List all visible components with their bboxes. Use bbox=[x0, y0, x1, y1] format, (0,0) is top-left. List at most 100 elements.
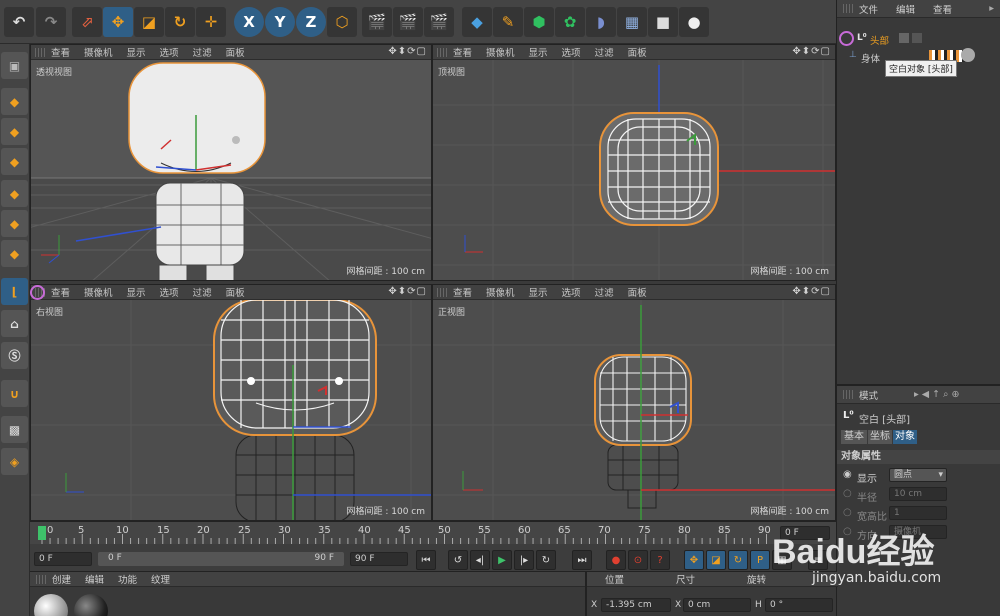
deformer-icon[interactable]: ◗ bbox=[586, 7, 616, 37]
play-icon[interactable]: ▶ bbox=[492, 550, 512, 570]
menu-options[interactable]: 选项 bbox=[562, 45, 581, 59]
menu-edit[interactable]: 编辑 bbox=[85, 572, 104, 586]
nav-arrows-icon[interactable]: ▸ ◀ ↑ ⌕ ⊕ bbox=[914, 389, 959, 400]
render-toggle-icon[interactable] bbox=[912, 33, 922, 43]
position-x-field[interactable]: -1.395 cm bbox=[601, 598, 671, 612]
drag-handle-icon[interactable] bbox=[437, 48, 447, 57]
undo-icon[interactable]: ↶ bbox=[4, 7, 34, 37]
redo-icon[interactable]: ↷ bbox=[36, 7, 66, 37]
menu-function[interactable]: 功能 bbox=[118, 572, 137, 586]
menu-camera[interactable]: 摄像机 bbox=[84, 285, 113, 299]
menu-camera[interactable]: 摄像机 bbox=[84, 45, 113, 59]
chevron-right-icon[interactable]: ▸ bbox=[989, 3, 994, 14]
move-tool-icon[interactable]: ✥ bbox=[103, 7, 133, 37]
menu-display[interactable]: 显示 bbox=[127, 45, 146, 59]
texture-mode-icon[interactable]: ◆ bbox=[1, 118, 28, 145]
aspect-field[interactable]: 1 bbox=[889, 506, 947, 520]
magnet-icon[interactable]: ∪ bbox=[1, 380, 28, 407]
visibility-toggle-icon[interactable] bbox=[899, 33, 909, 43]
menu-options[interactable]: 选项 bbox=[160, 285, 179, 299]
menu-panel[interactable]: 面板 bbox=[226, 45, 245, 59]
display-dropdown[interactable]: 圆点 ▾ bbox=[889, 468, 947, 482]
planar-workplane-icon[interactable]: ◈ bbox=[1, 448, 28, 475]
menu-mode[interactable]: 模式 bbox=[859, 388, 878, 402]
model-mode-icon[interactable]: ◆ bbox=[1, 88, 28, 115]
tweak-mode-icon[interactable]: ⌂ bbox=[1, 310, 28, 337]
drag-handle-icon[interactable] bbox=[843, 4, 853, 13]
autokey-icon[interactable]: ⊙ bbox=[628, 550, 648, 570]
key-scale-icon[interactable]: ◪ bbox=[706, 550, 726, 570]
tab-object[interactable]: 对象 bbox=[893, 430, 917, 444]
menu-view[interactable]: 查看 bbox=[51, 285, 70, 299]
snap-icon[interactable]: Ⓢ bbox=[1, 342, 28, 369]
cube-icon[interactable]: ◆ bbox=[462, 7, 492, 37]
size-x-field[interactable]: 0 cm bbox=[683, 598, 751, 612]
menu-filter[interactable]: 过滤 bbox=[595, 285, 614, 299]
key-rotation-icon[interactable]: ↻ bbox=[728, 550, 748, 570]
material-swatch-white[interactable] bbox=[34, 594, 68, 616]
menu-texture[interactable]: 纹理 bbox=[151, 572, 170, 586]
next-key-icon[interactable]: ↻ bbox=[536, 550, 556, 570]
points-mode-icon[interactable]: ◆ bbox=[1, 180, 28, 207]
menu-display[interactable]: 显示 bbox=[529, 285, 548, 299]
frame-range-slider[interactable]: 0 F 90 F bbox=[98, 552, 344, 566]
tab-coordinates[interactable]: 坐标 bbox=[868, 430, 892, 444]
floor-icon[interactable]: ▦ bbox=[617, 7, 647, 37]
lock-workplane-icon[interactable]: ▩ bbox=[1, 416, 28, 443]
last-tool-icon[interactable]: ✛ bbox=[196, 7, 226, 37]
material-swatch-black[interactable] bbox=[74, 594, 108, 616]
edges-mode-icon[interactable]: ◆ bbox=[1, 210, 28, 237]
radio-icon[interactable]: ◉ bbox=[843, 469, 852, 480]
menu-edit[interactable]: 编辑 bbox=[896, 2, 915, 16]
menu-filter[interactable]: 过滤 bbox=[595, 45, 614, 59]
viewport-nav-icons[interactable]: ✥⬍⟳▢ bbox=[792, 46, 831, 57]
rotate-tool-icon[interactable]: ↻ bbox=[165, 7, 195, 37]
object-name[interactable]: 身体 bbox=[861, 51, 880, 65]
next-frame-icon[interactable]: |▸ bbox=[514, 550, 534, 570]
menu-display[interactable]: 显示 bbox=[127, 285, 146, 299]
timeline[interactable]: 0 5 10 15 20 25 30 35 40 45 50 55 60 65 … bbox=[30, 521, 836, 571]
menu-camera[interactable]: 摄像机 bbox=[486, 285, 515, 299]
viewport-top[interactable]: 查看 摄像机 显示 选项 过滤 面板 ✥⬍⟳▢ 顶视图 网格间距 : 100 c… bbox=[432, 44, 836, 281]
render-view-icon[interactable]: 🎬 bbox=[362, 7, 392, 37]
z-axis-toggle[interactable]: Z bbox=[296, 7, 326, 37]
pen-spline-icon[interactable]: ✎ bbox=[493, 7, 523, 37]
x-axis-toggle[interactable]: X bbox=[234, 7, 264, 37]
coordinate-system-icon[interactable]: ⬡ bbox=[327, 7, 357, 37]
radio-icon[interactable]: ○ bbox=[843, 507, 852, 518]
go-to-start-icon[interactable]: ⏮ bbox=[416, 550, 436, 570]
object-row-head[interactable]: L⁰ 头部 bbox=[837, 31, 1000, 47]
make-editable-icon[interactable]: ▣ bbox=[1, 52, 28, 79]
render-settings-icon[interactable]: 🎬 bbox=[424, 7, 454, 37]
go-to-end-icon[interactable]: ⏭ bbox=[572, 550, 592, 570]
previous-frame-icon[interactable]: ◂| bbox=[470, 550, 490, 570]
viewport-front[interactable]: 查看 摄像机 显示 选项 过滤 面板 ✥⬍⟳▢ 正视图 网格间距 : 100 c… bbox=[432, 284, 836, 521]
radio-icon[interactable]: ○ bbox=[843, 488, 852, 499]
menu-filter[interactable]: 过滤 bbox=[193, 285, 212, 299]
menu-camera[interactable]: 摄像机 bbox=[486, 45, 515, 59]
tab-basic[interactable]: 基本 bbox=[841, 430, 867, 444]
menu-file[interactable]: 文件 bbox=[859, 2, 878, 16]
viewport-nav-icons[interactable]: ✥⬍⟳▢ bbox=[792, 286, 831, 297]
light-icon[interactable]: ● bbox=[679, 7, 709, 37]
axis-mode-icon[interactable]: ⌊ bbox=[1, 278, 28, 305]
menu-display[interactable]: 显示 bbox=[529, 45, 548, 59]
scale-tool-icon[interactable]: ◪ bbox=[134, 7, 164, 37]
menu-filter[interactable]: 过滤 bbox=[193, 45, 212, 59]
viewport-nav-icons[interactable]: ✥⬍⟳▢ bbox=[388, 46, 427, 57]
drag-handle-icon[interactable] bbox=[843, 390, 853, 399]
render-picture-viewer-icon[interactable]: 🎬 bbox=[393, 7, 423, 37]
menu-view[interactable]: 查看 bbox=[933, 2, 952, 16]
select-tool-icon[interactable]: ⬀ bbox=[72, 7, 102, 37]
viewport-perspective[interactable]: 查看 摄像机 显示 选项 过滤 面板 ✥⬍⟳▢ 透视视图 网格间距 : 100 … bbox=[30, 44, 432, 281]
key-position-icon[interactable]: ✥ bbox=[684, 550, 704, 570]
drag-handle-icon[interactable] bbox=[437, 288, 447, 297]
previous-key-icon[interactable]: ↺ bbox=[448, 550, 468, 570]
menu-view[interactable]: 查看 bbox=[453, 45, 472, 59]
key-parameter-icon[interactable]: P bbox=[750, 550, 770, 570]
menu-create[interactable]: 创建 bbox=[52, 572, 71, 586]
viewport-nav-icons[interactable]: ✥⬍⟳▢ bbox=[388, 286, 427, 297]
drag-handle-icon[interactable] bbox=[36, 575, 46, 584]
workplane-mode-icon[interactable]: ◆ bbox=[1, 148, 28, 175]
end-frame-field[interactable]: 90 F bbox=[350, 552, 408, 566]
